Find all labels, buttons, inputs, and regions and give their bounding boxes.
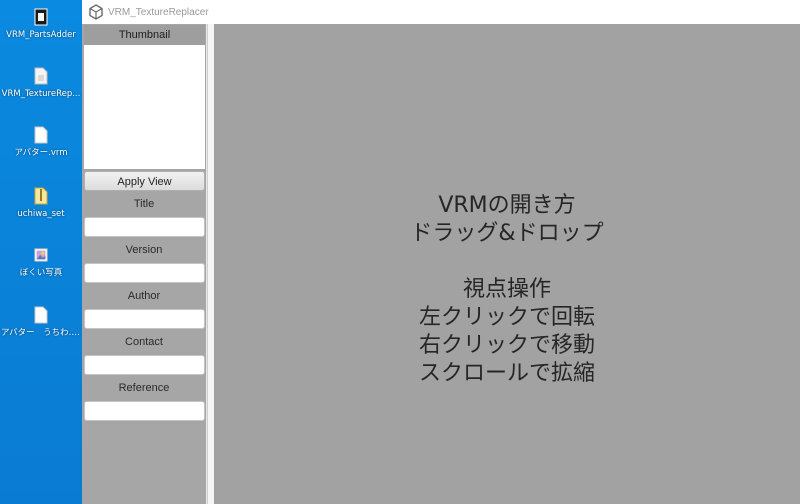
file-icon xyxy=(34,67,48,85)
desktop-icon-label: VRM_TextureRep... xyxy=(1,89,81,99)
version-label: Version xyxy=(125,244,163,256)
instructions-text: VRMの開き方 ドラッグ&ドロップ 視点操作 左クリックで回転 右クリックで移動… xyxy=(214,192,800,388)
vrm-file-icon xyxy=(34,306,48,324)
contact-label: Contact xyxy=(125,336,163,348)
3d-viewport[interactable]: VRMの開き方 ドラッグ&ドロップ 視点操作 左クリックで回転 右クリックで移動… xyxy=(214,24,800,504)
desktop-icon-photo[interactable]: ぼくい写真 xyxy=(0,246,82,279)
desktop-icon-avatar-vrm[interactable]: アバター.vrm xyxy=(0,126,82,159)
instruction-line xyxy=(214,248,800,276)
desktop-icon-label: VRM_PartsAdder xyxy=(6,30,76,40)
instruction-line: 右クリックで移動 xyxy=(418,333,595,358)
scrollbar-thumb[interactable] xyxy=(207,24,214,504)
thumbnail-label: Thumbnail xyxy=(84,25,205,45)
panel-scrollbar[interactable] xyxy=(206,24,214,504)
desktop-icon-label: アバター うちわ.vrm xyxy=(1,328,82,338)
desktop-icon-label: ぼくい写真 xyxy=(19,268,63,278)
reference-label: Reference xyxy=(118,382,170,394)
desktop-icon-label: アバター.vrm xyxy=(14,148,68,158)
instruction-line: VRMの開き方 xyxy=(438,193,576,218)
instruction-line: 視点操作 xyxy=(462,277,551,302)
exe-icon xyxy=(34,8,48,26)
reference-field[interactable] xyxy=(84,401,205,421)
desktop-icon-avatar-uchiwa-vrm[interactable]: アバター うちわ.vrm xyxy=(0,306,82,339)
unity-logo-icon xyxy=(89,4,103,20)
thumbnail-preview[interactable] xyxy=(84,45,205,169)
zip-icon xyxy=(34,187,48,205)
instruction-line: ドラッグ&ドロップ xyxy=(410,221,604,246)
title-bar[interactable]: VRM_TextureReplacer xyxy=(82,0,800,25)
image-icon xyxy=(34,248,48,262)
desktop-icon-label: uchiwa_set xyxy=(17,209,65,219)
desktop: VRM_PartsAdder VRM_TextureRep... アバター.vr… xyxy=(0,0,82,504)
instruction-line: スクロールで拡縮 xyxy=(418,361,595,386)
instruction-line: 左クリックで回転 xyxy=(418,305,595,330)
vrm-file-icon xyxy=(34,126,48,144)
title-label: Title xyxy=(133,198,155,210)
version-field[interactable] xyxy=(84,263,205,283)
title-field[interactable] xyxy=(84,217,205,237)
apply-view-button[interactable]: Apply View xyxy=(84,171,205,191)
author-label: Author xyxy=(127,290,161,302)
desktop-icon-parts-adder[interactable]: VRM_PartsAdder xyxy=(0,8,82,41)
author-field[interactable] xyxy=(84,309,205,329)
desktop-icon-texture-replacer[interactable]: VRM_TextureRep... xyxy=(0,67,82,100)
contact-field[interactable] xyxy=(84,355,205,375)
app-window: VRM_TextureReplacer Thumbnail Apply View… xyxy=(82,0,800,504)
window-title: VRM_TextureReplacer xyxy=(108,6,209,18)
desktop-icon-uchiwa-set[interactable]: uchiwa_set xyxy=(0,187,82,220)
